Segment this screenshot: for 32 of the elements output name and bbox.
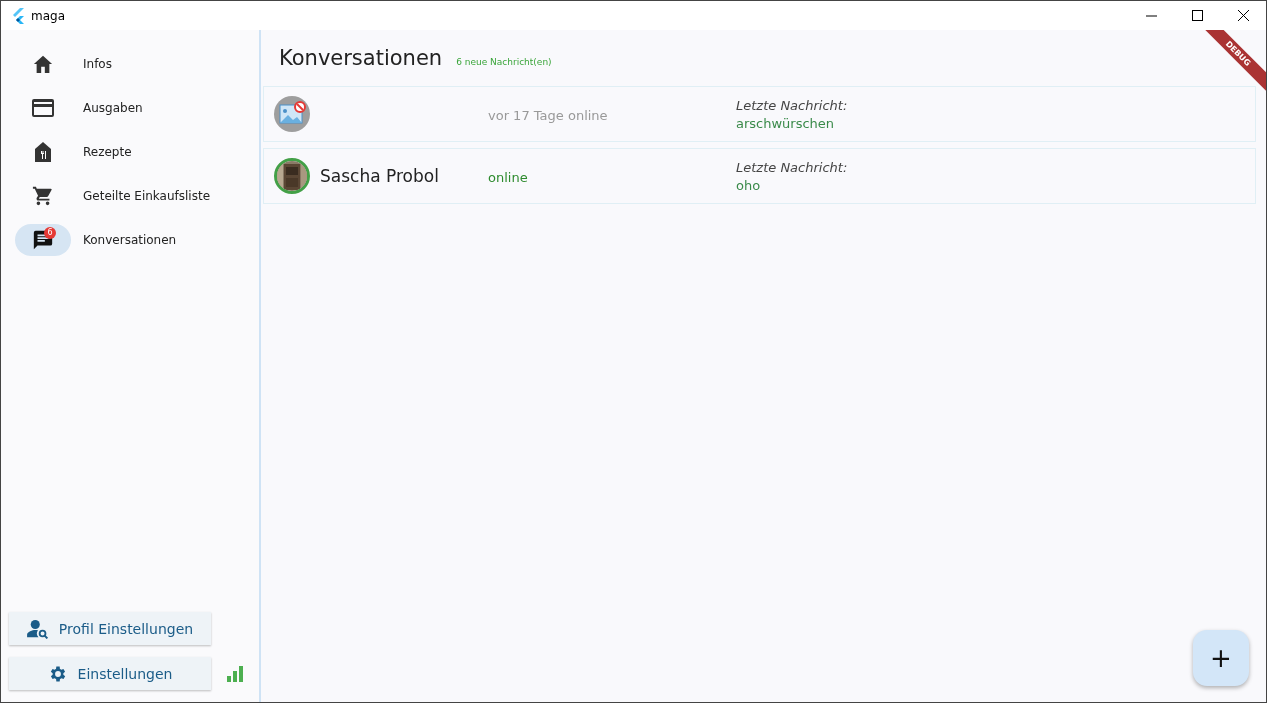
- restaurant-icon: [33, 142, 53, 162]
- last-message: oho: [736, 177, 762, 193]
- page-title: Konversationen: [279, 46, 443, 70]
- app-logo-icon: [11, 7, 25, 24]
- profile-search-icon: [26, 618, 49, 639]
- conversation-row[interactable]: vor 17 Tage online Letzte Nachricht: arschwürschen: [263, 86, 1256, 142]
- count-badge: 6: [44, 227, 56, 239]
- conversation-row[interactable]: Sascha Probol online Letzte Nachricht: oho: [263, 148, 1256, 204]
- settings-button[interactable]: Einstellungen: [9, 657, 211, 690]
- credit-card-icon: [32, 99, 54, 117]
- home-icon: [32, 54, 54, 74]
- close-icon[interactable]: [1237, 10, 1249, 21]
- nav-item[interactable]: Ausgaben: [83, 101, 143, 115]
- new-messages-count: 6 neue Nachricht(en): [456, 57, 552, 67]
- profile-settings-button[interactable]: Profil Einstellungen: [9, 612, 211, 645]
- nav-item[interactable]: Rezepte: [83, 145, 132, 159]
- last-message-label: Letzte Nachricht:: [736, 97, 849, 113]
- online-status: online: [488, 169, 528, 185]
- last-message: arschwürschen: [736, 115, 836, 131]
- nav-indicator[interactable]: 6: [15, 224, 71, 256]
- minimize-icon[interactable]: [1145, 14, 1157, 17]
- window-title: maga: [31, 8, 65, 23]
- add-button[interactable]: +: [1193, 630, 1249, 686]
- online-status: vor 17 Tage online: [488, 107, 608, 123]
- signal-icon: [227, 665, 243, 682]
- nav-item[interactable]: Konversationen: [83, 233, 177, 247]
- nav-item[interactable]: Infos: [83, 57, 112, 71]
- contact-name: Sascha Probol: [320, 166, 439, 186]
- last-message-label: Letzte Nachricht:: [736, 159, 849, 175]
- shopping-cart-icon: [32, 185, 54, 207]
- maximize-icon[interactable]: [1191, 10, 1203, 21]
- nav-item[interactable]: Geteilte Einkaufsliste: [83, 189, 211, 203]
